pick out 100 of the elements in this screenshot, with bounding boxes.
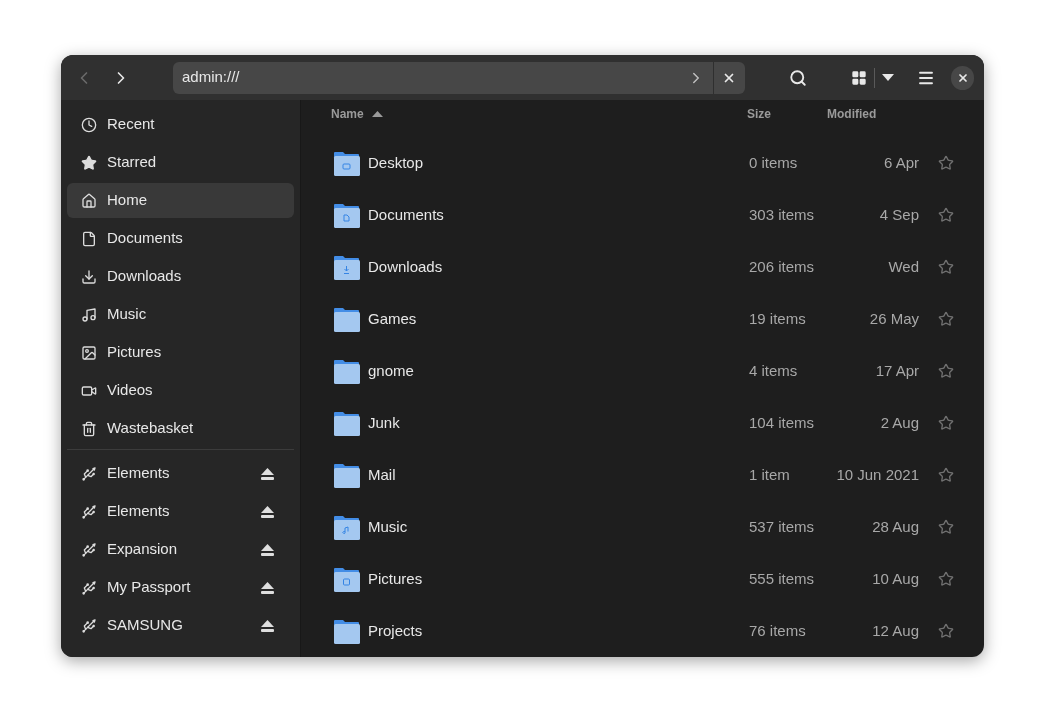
sidebar-item[interactable]: Expansion [67,532,294,567]
star-button[interactable] [937,154,955,172]
close-window-button[interactable] [951,65,974,90]
usb-icon [81,503,97,520]
eject-icon[interactable] [261,543,274,556]
modified-date: Wed [887,256,919,277]
sidebar-item[interactable]: Videos [67,373,294,408]
folder-icon [333,409,360,437]
eject-icon[interactable] [261,467,274,480]
sidebar-item[interactable]: Documents [67,221,294,256]
modified-date: 28 Aug [871,516,919,537]
folder-icon [333,357,360,385]
folder-icon [333,617,360,645]
file-name: Games [368,308,417,329]
file-row[interactable]: Mail 1 item 10 Jun 2021 [301,449,984,501]
star-icon [81,154,97,171]
modified-date: 2 Aug [879,412,919,433]
star-button[interactable] [937,518,955,536]
file-row[interactable]: Projects 76 items 12 Aug [301,605,984,657]
eject-icon[interactable] [261,619,274,632]
file-size: 303 items [749,204,816,225]
star-button[interactable] [937,414,955,432]
clock-icon [81,116,97,133]
file-name: Junk [368,412,400,433]
file-name: Downloads [368,256,443,277]
usb-icon [81,617,97,634]
file-size: 537 items [749,516,816,537]
sidebar-item[interactable]: Starred [67,145,294,180]
file-row[interactable]: Junk 104 items 2 Aug [301,397,984,449]
file-name: Projects [368,620,423,641]
eject-icon[interactable] [261,581,274,594]
modified-date: 6 Apr [882,152,919,173]
file-size: 206 items [749,256,816,277]
folder-icon [333,565,360,593]
file-name: Mail [368,464,396,485]
sidebar-item[interactable]: Elements [67,494,294,529]
sidebar-item[interactable]: Music [67,297,294,332]
file-size: 104 items [749,412,816,433]
usb-icon [81,579,97,596]
star-button[interactable] [937,206,955,224]
file-size: 0 items [749,152,799,173]
location-bar[interactable]: admin:/// [173,61,745,94]
sidebar-item[interactable]: Home [67,183,294,218]
usb-icon [81,465,97,482]
folder-icon [333,461,360,489]
modified-date: 26 May [868,308,919,329]
column-header[interactable]: Name [331,104,747,123]
star-button[interactable] [937,362,955,380]
modified-date: 10 Aug [871,568,919,589]
file-row[interactable]: Desktop 0 items 6 Apr [301,137,984,189]
modified-date: 17 Apr [874,360,919,381]
file-name: Music [368,516,408,537]
sidebar-item[interactable]: Wastebasket [67,411,294,446]
file-name: Desktop [368,152,424,173]
sidebar-item[interactable]: My Passport [67,570,294,605]
star-button[interactable] [937,570,955,588]
star-button[interactable] [937,258,955,276]
modified-date: 12 Aug [871,620,919,641]
search-icon [788,68,807,87]
file-row[interactable]: Music 537 items 28 Aug [301,501,984,553]
file-name: Documents [368,204,444,225]
triangle-down-icon [882,74,895,81]
location-text: admin:/// [181,67,241,88]
document-icon [81,230,97,247]
trash-icon [81,420,97,437]
file-row[interactable]: Documents 303 items 4 Sep [301,189,984,241]
file-row[interactable]: Pictures 555 items 10 Aug [301,553,984,605]
file-row[interactable]: Downloads 206 items Wed [301,241,984,293]
music-note-icon [81,306,97,323]
file-name: Pictures [368,568,423,589]
image-icon [81,344,97,361]
eject-icon[interactable] [261,505,274,518]
folder-icon [333,149,360,177]
column-header[interactable]: Modified [827,104,877,123]
star-button[interactable] [937,622,955,640]
file-size: 1 item [749,464,791,485]
folder-icon [333,253,360,281]
folder-icon [333,201,360,229]
file-row[interactable]: gnome 4 items 17 Apr [301,345,984,397]
grid-icon [850,69,867,86]
file-name: gnome [368,360,414,381]
file-row[interactable]: Games 19 items 26 May [301,293,984,345]
file-size: 76 items [749,620,807,641]
modified-date: 4 Sep [878,204,919,225]
folder-icon [333,305,360,333]
sidebar-item[interactable]: Downloads [67,259,294,294]
home-icon [81,192,97,209]
column-header[interactable]: Size [747,104,827,123]
star-button[interactable] [937,466,955,484]
folder-icon [333,513,360,541]
close-icon [956,71,969,84]
sidebar-item[interactable]: SAMSUNG [67,608,294,643]
modified-date: 10 Jun 2021 [835,464,919,485]
sidebar-item[interactable]: Recent [67,107,294,142]
sidebar-item[interactable]: Elements [67,456,294,491]
file-size: 4 items [749,360,799,381]
file-size: 555 items [749,568,816,589]
file-size: 19 items [749,308,807,329]
star-button[interactable] [937,310,955,328]
sidebar-item[interactable]: Pictures [67,335,294,370]
